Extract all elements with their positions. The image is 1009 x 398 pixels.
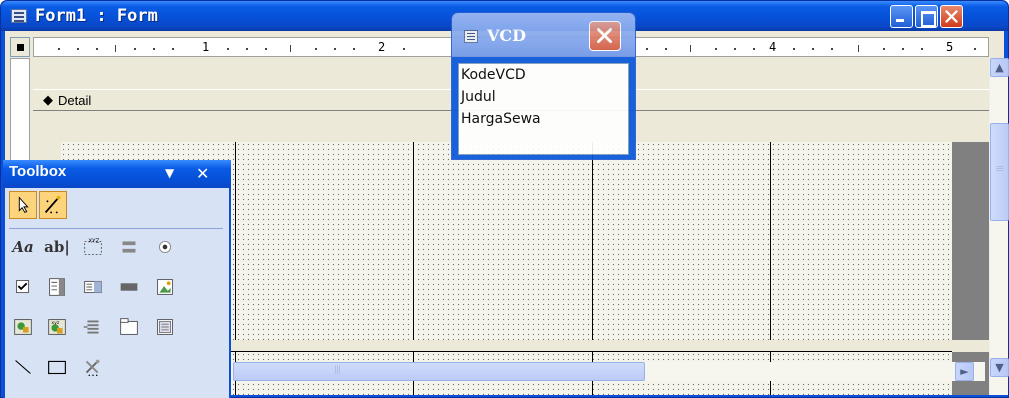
combobox-icon[interactable] <box>43 274 71 302</box>
listbox-icon[interactable] <box>79 274 107 302</box>
close-icon <box>597 28 612 43</box>
toolbox-title: Toolbox <box>9 163 67 180</box>
scroll-down-button[interactable]: ▼ <box>990 358 1009 377</box>
option-group-icon[interactable]: XYZ <box>79 234 107 262</box>
table-icon <box>464 30 478 43</box>
close-button[interactable] <box>940 5 963 28</box>
form-width-boundary <box>952 142 989 340</box>
textbox-icon[interactable]: ab| <box>43 234 71 262</box>
toolbox-options-icon[interactable]: ▼ <box>165 166 174 180</box>
tab-control-icon[interactable] <box>115 314 143 342</box>
rectangle-icon[interactable] <box>43 354 71 382</box>
ruler-number-1: 1 <box>202 40 210 54</box>
control-wizards-icon[interactable] <box>39 191 67 219</box>
vertical-scrollbar[interactable]: ▲ ▼ <box>989 58 1009 395</box>
toolbox-body: Aa ab| XYZ xyz <box>5 188 229 398</box>
toolbox-close-icon[interactable]: ✕ <box>196 164 209 183</box>
line-icon[interactable] <box>9 354 37 382</box>
toolbox-panel: Toolbox ▼ ✕ Aa ab| XYZ xyz <box>3 160 231 398</box>
minimize-button[interactable] <box>890 5 913 28</box>
scroll-right-button[interactable]: ► <box>955 362 974 381</box>
option-button-icon[interactable] <box>151 234 179 262</box>
field-list: KodeVCD Judul HargaSewa <box>458 63 629 155</box>
unbound-object-frame-icon[interactable] <box>9 314 37 342</box>
select-objects-icon[interactable] <box>9 191 37 219</box>
svg-text:xyz: xyz <box>51 321 59 326</box>
close-icon <box>945 10 958 23</box>
section-arrow-icon: ◆ <box>43 93 53 108</box>
field-list-title-bar[interactable]: VCD <box>452 13 635 57</box>
horizontal-scroll-thumb[interactable] <box>233 362 645 381</box>
field-list-title: VCD <box>487 26 527 45</box>
command-button-icon[interactable] <box>115 274 143 302</box>
field-item[interactable]: HargaSewa <box>459 108 628 130</box>
field-item[interactable]: KodeVCD <box>459 64 628 86</box>
label-icon[interactable]: Aa <box>9 234 37 262</box>
field-list-close-button[interactable] <box>589 21 621 51</box>
field-list-window[interactable]: VCD KodeVCD Judul HargaSewa <box>451 12 636 160</box>
svg-text:XYZ: XYZ <box>88 238 99 244</box>
toolbox-title-bar[interactable]: Toolbox ▼ ✕ <box>3 160 231 188</box>
bound-object-frame-icon[interactable]: xyz <box>43 314 71 342</box>
ruler-number-4: 4 <box>769 40 777 54</box>
page-break-icon[interactable] <box>79 314 107 342</box>
field-item[interactable]: Judul <box>459 86 628 108</box>
form-selector[interactable] <box>10 37 30 57</box>
image-icon[interactable] <box>151 274 179 302</box>
toggle-button-icon[interactable] <box>115 234 143 262</box>
maximize-button[interactable] <box>915 5 938 28</box>
ruler-number-5: 5 <box>946 40 954 54</box>
scroll-up-button[interactable]: ▲ <box>990 58 1009 77</box>
ruler-number-2: 2 <box>378 40 386 54</box>
subform-icon[interactable] <box>151 314 179 342</box>
checkbox-icon[interactable] <box>9 274 37 302</box>
window-title: Form1 : Form <box>35 6 158 26</box>
more-controls-icon[interactable] <box>79 354 107 382</box>
detail-section-label: Detail <box>58 93 92 108</box>
horizontal-scrollbar[interactable] <box>233 362 985 381</box>
form-icon <box>11 9 27 23</box>
vertical-scroll-thumb[interactable] <box>990 123 1009 221</box>
